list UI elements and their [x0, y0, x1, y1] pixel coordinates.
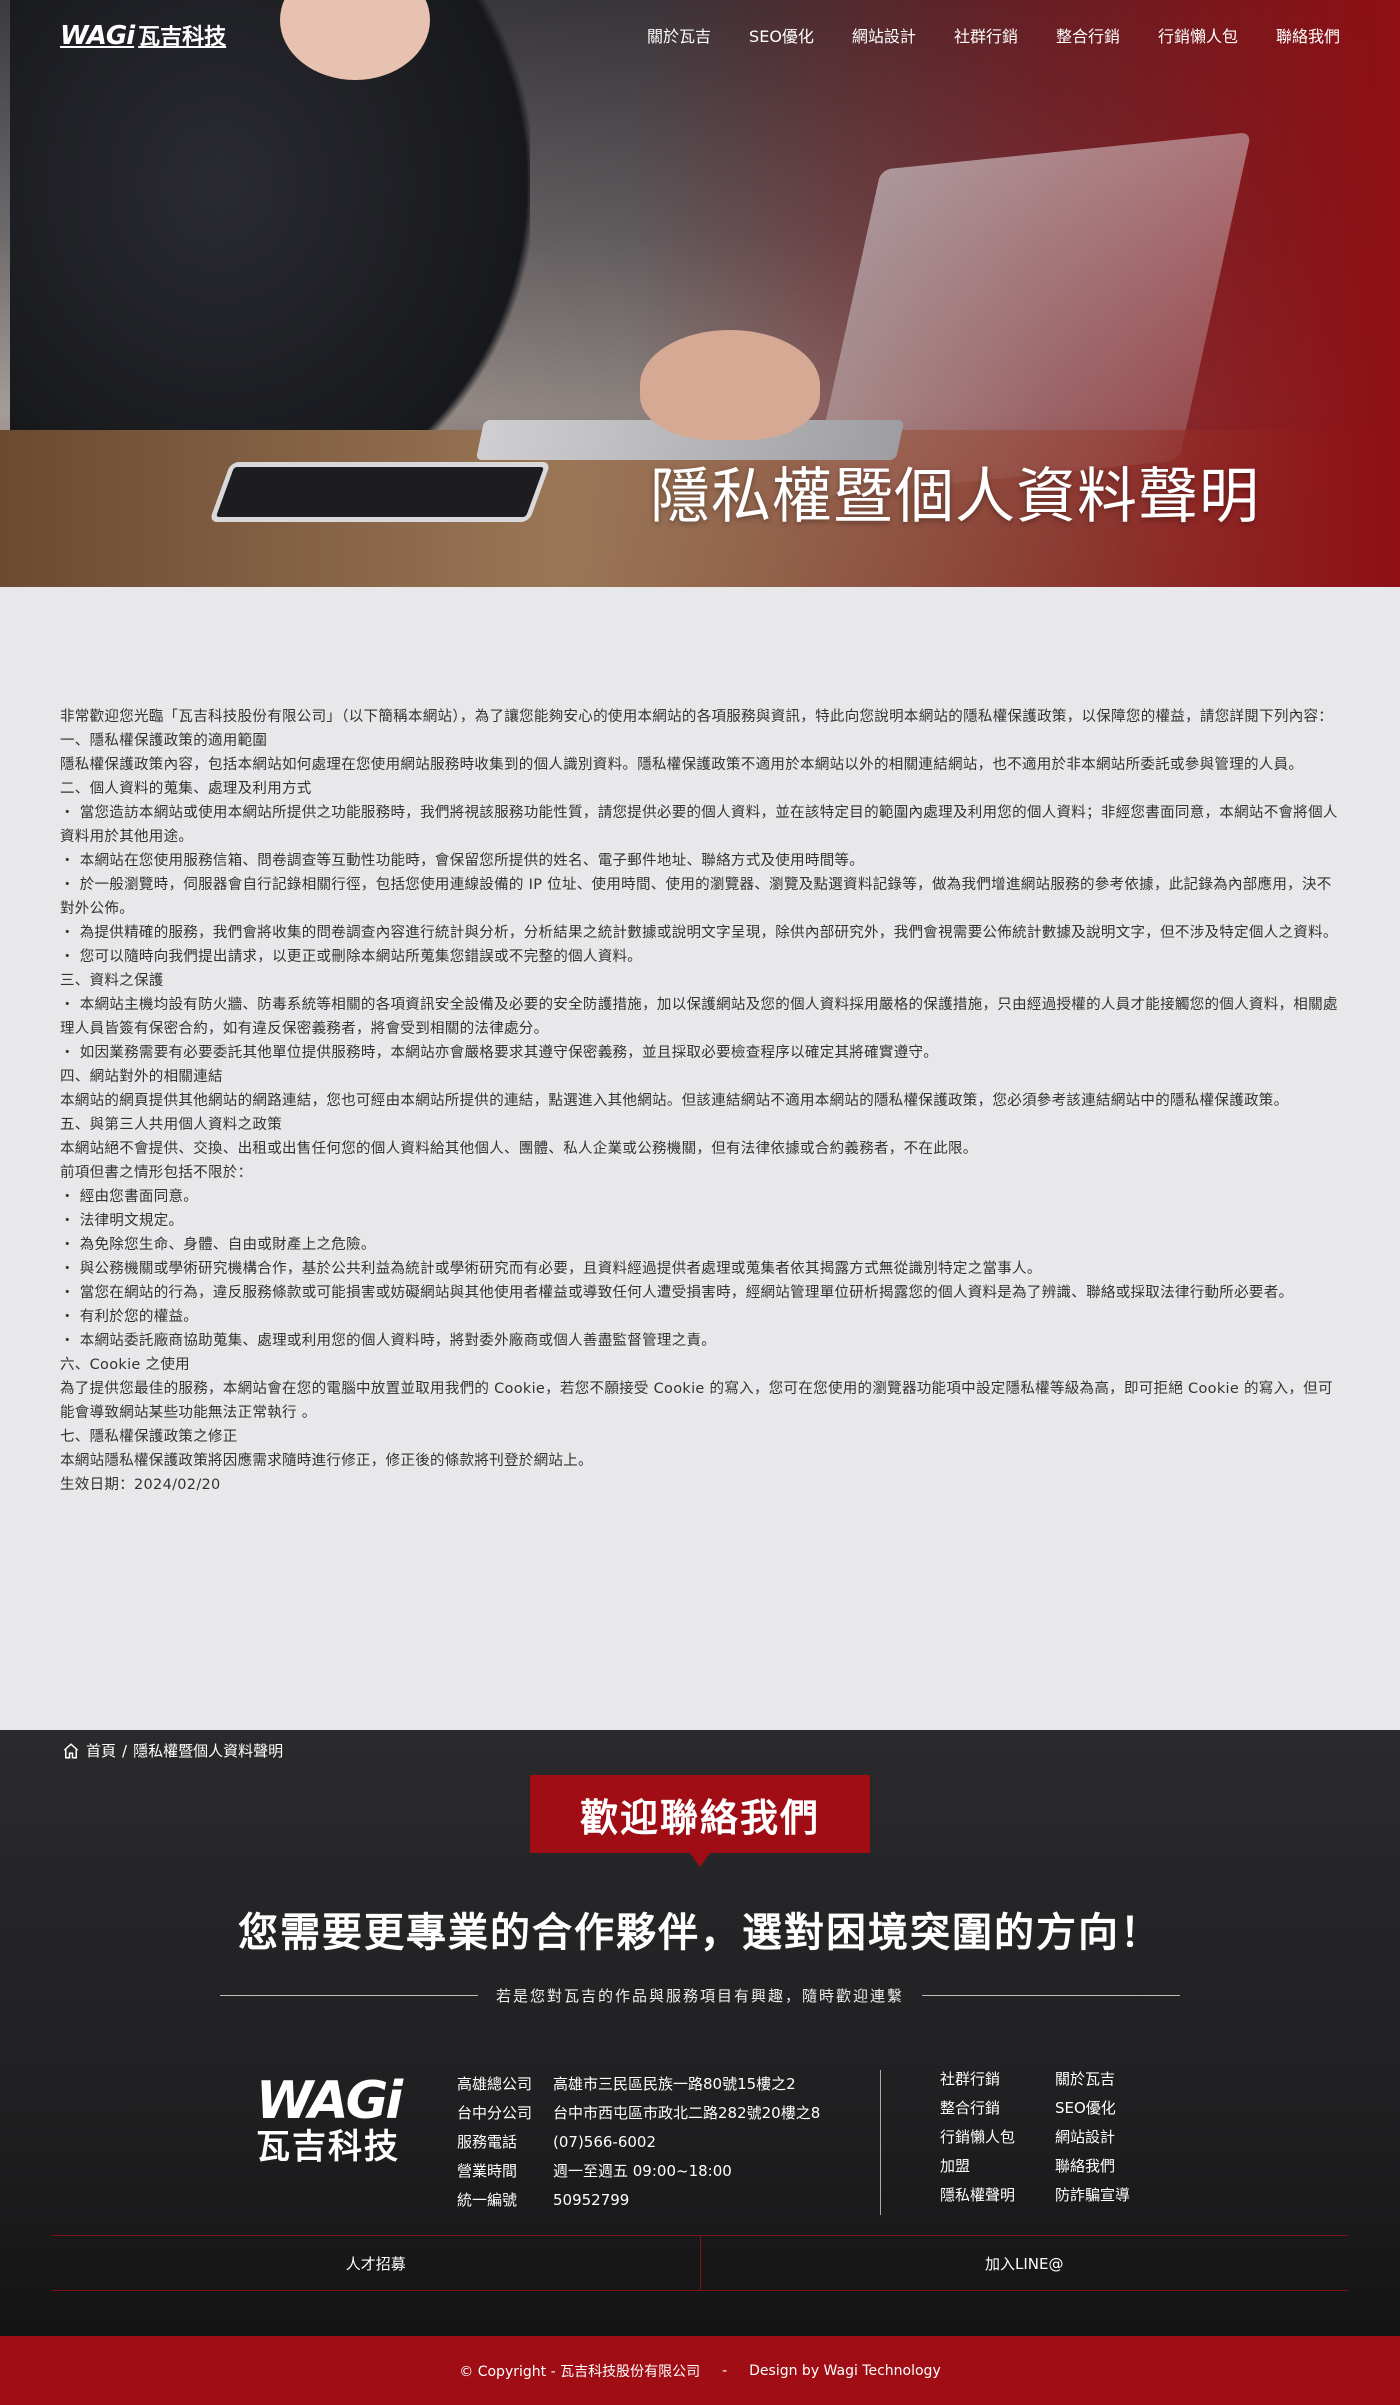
info-label: 台中分公司 — [457, 2104, 533, 2122]
footer-link-franchise[interactable]: 加盟 — [940, 2154, 1055, 2179]
policy-heading: 七、隱私權保護政策之修正 — [60, 1429, 238, 1445]
info-row-tax-id: 統一編號 50952799 — [457, 2186, 820, 2215]
phone-link[interactable]: (07)566-6002 — [553, 2128, 656, 2157]
footer-link-anti-fraud[interactable]: 防詐騙宣導 — [1055, 2183, 1155, 2208]
footer-logo[interactable]: WAGi 瓦吉科技 — [248, 2075, 408, 2167]
footer-action-bar: 人才招募 加入LINE@ — [52, 2235, 1348, 2291]
logo-latin: WAGi — [60, 21, 135, 51]
policy-bullet: ・ 如因業務需要有必要委託其他單位提供服務時，本網站亦會嚴格要求其遵守保密義務，… — [60, 1045, 939, 1061]
effective-date: 生效日期：2024/02/20 — [60, 1477, 221, 1493]
footer-link-contact[interactable]: 聯絡我們 — [1055, 2154, 1155, 2179]
policy-bullet: ・ 您可以隨時向我們提出請求，以更正或刪除本網站所蒐集您錯誤或不完整的個人資料。 — [60, 949, 643, 965]
footer-info: WAGi 瓦吉科技 高雄總公司 高雄市三民區民族一路80號15樓之2 台中分公司… — [0, 2055, 1400, 2215]
footer-link-seo[interactable]: SEO優化 — [1055, 2096, 1155, 2121]
policy-paragraph: 非常歡迎您光臨「瓦吉科技股份有限公司」（以下簡稱本網站），為了讓您能夠安心的使用… — [60, 709, 1334, 725]
divider-line — [220, 1995, 478, 1996]
policy-bullet: ・ 經由您書面同意。 — [60, 1189, 199, 1205]
footer-divider — [880, 2070, 881, 2215]
info-row-phone: 服務電話 (07)566-6002 — [457, 2128, 820, 2157]
info-label: 高雄總公司 — [457, 2075, 533, 2093]
design-credit-link[interactable]: Design by Wagi Technology — [749, 2363, 941, 2379]
info-label: 營業時間 — [457, 2162, 518, 2180]
info-label: 服務電話 — [457, 2133, 518, 2151]
careers-link[interactable]: 人才招募 — [52, 2236, 700, 2290]
policy-heading: 一、隱私權保護政策的適用範圍 — [60, 733, 268, 749]
copyright-separator: - — [722, 2362, 728, 2379]
policy-bullet: ・ 當您在網站的行為，違反服務條款或可能損害或妨礙網站與其他使用者權益或導致任何… — [60, 1285, 1294, 1301]
policy-heading: 三、資料之保護 — [60, 973, 164, 989]
policy-heading: 二、個人資料的蒐集、處理及利用方式 — [60, 781, 312, 797]
nav-contact[interactable]: 聯絡我們 — [1276, 23, 1340, 47]
policy-bullet: ・ 當您造訪本網站或使用本網站所提供之功能服務時，我們將視該服務功能性質，請您提… — [60, 805, 1338, 845]
policy-bullet: ・ 本網站主機均設有防火牆、防毒系統等相關的各項資訊安全設備及必要的安全防護措施… — [60, 997, 1338, 1037]
policy-paragraph: 為了提供您最佳的服務，本網站會在您的電腦中放置並取用我們的 Cookie，若您不… — [60, 1381, 1333, 1421]
policy-bullet: ・ 有利於您的權益。 — [60, 1309, 199, 1325]
policy-heading: 五、與第三人共用個人資料之政策 — [60, 1117, 282, 1133]
copyright-text: © Copyright - 瓦吉科技股份有限公司 — [459, 2363, 701, 2380]
footer-link-integrated-marketing[interactable]: 整合行銷 — [940, 2096, 1055, 2121]
policy-paragraph: 本網站的網頁提供其他網站的網路連結，您也可經由本網站所提供的連結，點選進入其他網… — [60, 1093, 1289, 1109]
breadcrumb-current: 隱私權暨個人資料聲明 — [133, 1742, 284, 1760]
info-row-taichung: 台中分公司 台中市西屯區市政北二路282號20樓之8 — [457, 2099, 820, 2128]
policy-heading: 四、網站對外的相關連結 — [60, 1069, 223, 1085]
policy-bullet: ・ 本網站委託廠商協助蒐集、處理或利用您的個人資料時，將對委外廠商或個人善盡監督… — [60, 1333, 717, 1349]
contact-headline: 您需要更專業的合作夥伴，選對困境突圍的方向！ — [238, 1910, 1162, 1956]
policy-paragraph: 本網站絕不會提供、交換、出租或出售任何您的個人資料給其他個人、團體、私人企業或公… — [60, 1141, 978, 1157]
home-icon — [63, 1742, 79, 1758]
breadcrumb-home[interactable]: 首頁 — [86, 1740, 116, 1761]
contact-badge: 歡迎聯絡我們 — [530, 1775, 870, 1867]
footer-link-social-marketing[interactable]: 社群行銷 — [940, 2067, 1055, 2092]
copyright-bar: © Copyright - 瓦吉科技股份有限公司 - Design by Wag… — [0, 2336, 1400, 2405]
policy-content: 非常歡迎您光臨「瓦吉科技股份有限公司」（以下簡稱本網站），為了讓您能夠安心的使用… — [0, 587, 1400, 1730]
footer-links: 社群行銷 關於瓦吉 整合行銷 SEO優化 行銷懶人包 網站設計 加盟 聯絡我們 … — [940, 2067, 1155, 2208]
breadcrumb: 首頁 / 隱私權暨個人資料聲明 — [62, 1740, 283, 1761]
contact-section: 首頁 / 隱私權暨個人資料聲明 歡迎聯絡我們 您需要更專業的合作夥伴，選對困境突… — [0, 1730, 1400, 2336]
line-join-link[interactable]: 加入LINE@ — [701, 2236, 1349, 2290]
site-logo[interactable]: WAGi 瓦吉科技 — [60, 19, 226, 51]
policy-paragraph: 隱私權保護政策內容，包括本網站如何處理在您使用網站服務時收集到的個人識別資料。隱… — [60, 757, 1304, 773]
divider-line — [922, 1995, 1181, 1996]
info-value: 台中市西屯區市政北二路282號20樓之8 — [553, 2104, 821, 2122]
company-info: 高雄總公司 高雄市三民區民族一路80號15樓之2 台中分公司 台中市西屯區市政北… — [457, 2070, 820, 2215]
contact-subline: 若是您對瓦吉的作品與服務項目有興趣，隨時歡迎連繫 — [220, 1985, 1181, 2006]
policy-heading: 六、Cookie 之使用 — [60, 1357, 190, 1373]
info-value: 高雄市三民區民族一路80號15樓之2 — [553, 2075, 796, 2093]
policy-bullet: ・ 為免除您生命、身體、自由或財產上之危險。 — [60, 1237, 376, 1253]
footer-link-marketing-kit[interactable]: 行銷懶人包 — [940, 2125, 1055, 2150]
info-value: 週一至週五 09:00~18:00 — [553, 2162, 732, 2180]
info-row-kaohsiung: 高雄總公司 高雄市三民區民族一路80號15樓之2 — [457, 2070, 820, 2099]
footer-link-privacy[interactable]: 隱私權聲明 — [940, 2183, 1055, 2208]
contact-subline-text: 若是您對瓦吉的作品與服務項目有興趣，隨時歡迎連繫 — [496, 1987, 905, 2005]
policy-bullet: ・ 與公務機關或學術研究機構合作，基於公共利益為統計或學術研究而有必要，且資料經… — [60, 1261, 1042, 1277]
logo-cjk: 瓦吉科技 — [138, 25, 227, 50]
footer-link-web-design[interactable]: 網站設計 — [1055, 2125, 1155, 2150]
nav-web-design[interactable]: 網站設計 — [852, 23, 916, 47]
breadcrumb-separator: / — [122, 1741, 128, 1760]
nav-about[interactable]: 關於瓦吉 — [647, 23, 711, 47]
main-nav: 關於瓦吉 SEO優化 網站設計 社群行銷 整合行銷 行銷懶人包 聯絡我們 — [647, 23, 1340, 47]
nav-seo[interactable]: SEO優化 — [749, 23, 814, 47]
footer-link-about[interactable]: 關於瓦吉 — [1055, 2067, 1155, 2092]
hero-hand — [640, 330, 820, 440]
hero-tablet — [209, 462, 551, 522]
info-value: 50952799 — [553, 2191, 630, 2209]
policy-bullet: ・ 本網站在您使用服務信箱、問卷調查等互動性功能時，會保留您所提供的姓名、電子郵… — [60, 853, 865, 869]
nav-integrated-marketing[interactable]: 整合行銷 — [1056, 23, 1120, 47]
top-navbar: WAGi 瓦吉科技 關於瓦吉 SEO優化 網站設計 社群行銷 整合行銷 行銷懶人… — [0, 0, 1400, 70]
page-title: 隱私權暨個人資料聲明 — [650, 462, 1260, 532]
info-row-hours: 營業時間 週一至週五 09:00~18:00 — [457, 2157, 820, 2186]
policy-paragraph: 本網站隱私權保護政策將因應需求隨時進行修正，修正後的條款將刊登於網站上。 — [60, 1453, 593, 1469]
policy-bullet: ・ 法律明文規定。 — [60, 1213, 184, 1229]
nav-marketing-kit[interactable]: 行銷懶人包 — [1158, 23, 1238, 47]
policy-bullet: ・ 為提供精確的服務，我們會將收集的問卷調查內容進行統計與分析，分析結果之統計數… — [60, 925, 1338, 941]
nav-social-marketing[interactable]: 社群行銷 — [954, 23, 1018, 47]
info-label: 統一編號 — [457, 2191, 518, 2209]
hero-banner: WAGi 瓦吉科技 關於瓦吉 SEO優化 網站設計 社群行銷 整合行銷 行銷懶人… — [0, 0, 1400, 587]
policy-bullet: ・ 於一般瀏覽時，伺服器會自行記錄相關行徑，包括您使用連線設備的 IP 位址、使… — [60, 877, 1332, 917]
footer-logo-cjk: 瓦吉科技 — [256, 2127, 400, 2167]
footer-logo-latin: WAGi — [255, 2071, 403, 2131]
policy-paragraph: 前項但書之情形包括不限於： — [60, 1165, 253, 1181]
